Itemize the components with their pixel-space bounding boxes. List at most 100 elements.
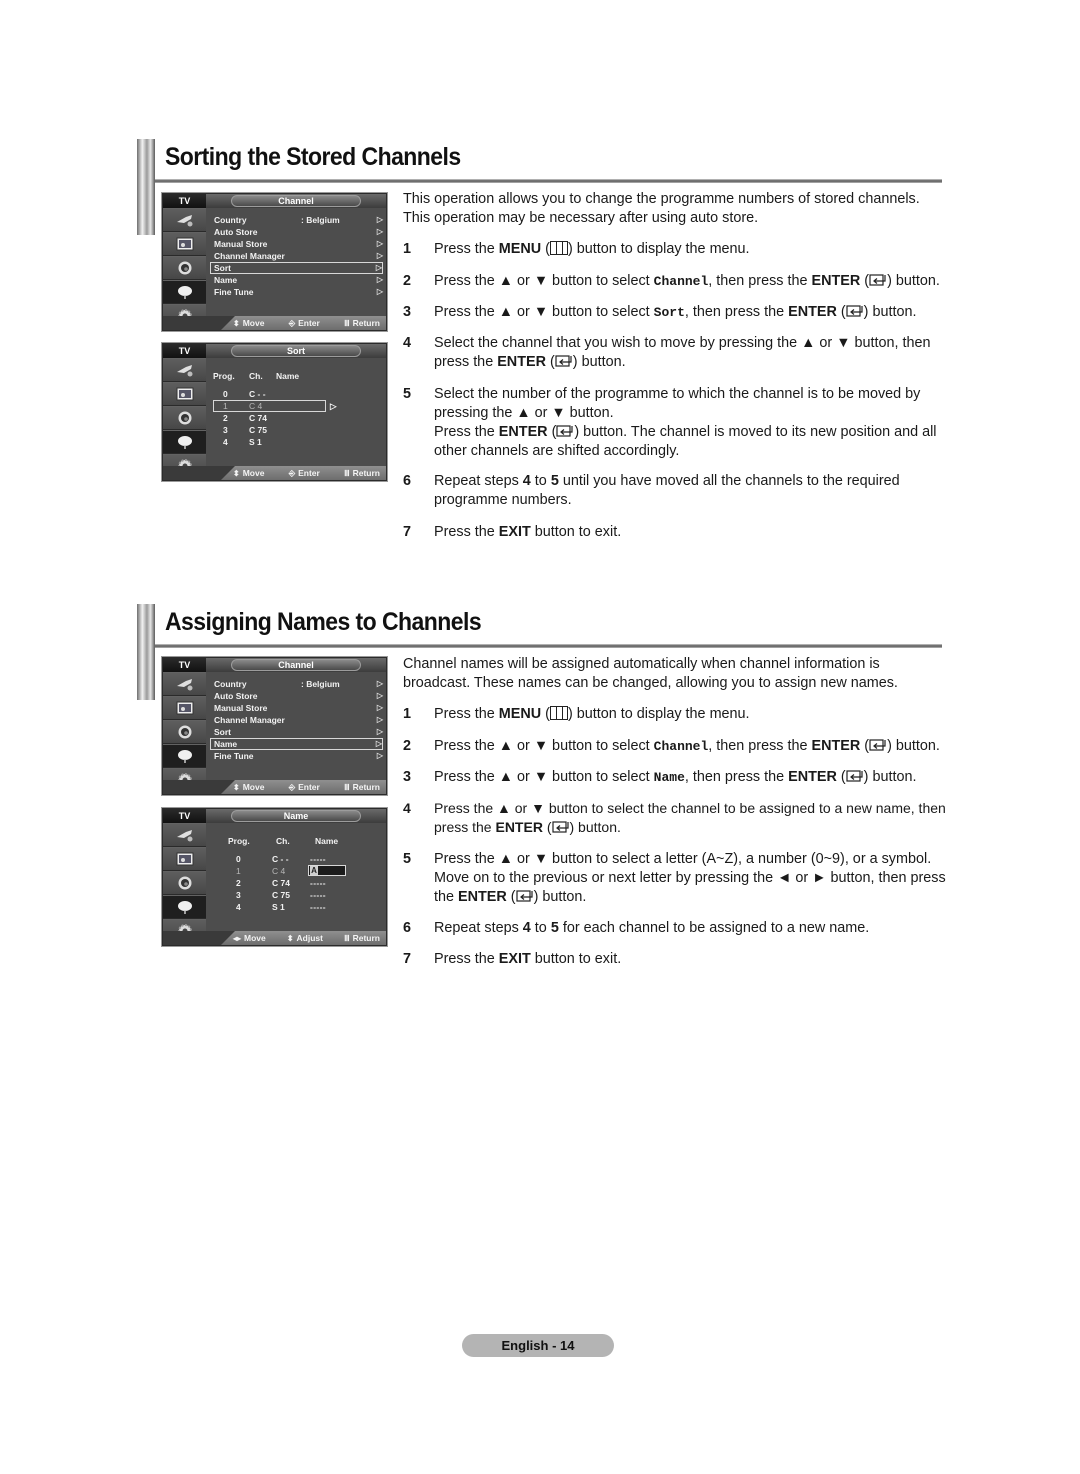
step-number: 4 <box>403 800 411 816</box>
sound-icon[interactable] <box>163 720 206 744</box>
input-plug-icon[interactable] <box>163 208 206 232</box>
menu-item[interactable]: Fine Tune ▷ <box>213 286 383 298</box>
step-text: Press the EXIT button to exit. <box>434 951 622 967</box>
channel-dish-icon[interactable] <box>163 895 206 919</box>
tv-label: TV <box>163 809 206 823</box>
osd-title: Channel <box>231 659 361 671</box>
menu-item[interactable]: Country: Belgium ▷ <box>213 214 383 226</box>
heading-side-bar <box>137 604 155 700</box>
keyword: ENTER <box>497 354 546 370</box>
chevron-right-icon: ▷ <box>376 227 383 236</box>
footer-return: Ⅲ Return <box>344 782 380 792</box>
menu-item[interactable]: Channel Manager ▷ <box>213 714 383 726</box>
footer-move: ⬍ Move <box>233 782 265 792</box>
cell-prog: 1 <box>236 866 241 876</box>
step-text: Press the ▲ or ▼ button to select Sort, … <box>434 304 917 320</box>
menu-keyword: Name <box>653 770 685 785</box>
menu-item[interactable]: Sort ▷ <box>210 262 383 274</box>
step-number: 2 <box>403 738 412 754</box>
chevron-right-icon: ▷ <box>375 739 382 748</box>
sound-icon[interactable] <box>163 256 206 280</box>
menu-item-label: Auto Store <box>214 691 258 701</box>
menu-item-label: Channel Manager <box>214 715 285 725</box>
menu-item[interactable]: Channel Manager ▷ <box>213 250 383 262</box>
menu-item[interactable]: Sort ▷ <box>213 726 383 738</box>
menu-item-label: Country <box>214 679 247 689</box>
input-plug-icon[interactable] <box>163 823 206 847</box>
input-plug-icon[interactable] <box>163 358 206 382</box>
step-number: 1 <box>403 706 412 722</box>
menu-return-icon: Ⅲ <box>344 319 350 328</box>
keyword: ENTER <box>788 769 837 785</box>
keyword: ENTER <box>811 273 861 289</box>
left-right-arrows-icon: ◂▸ <box>233 934 242 943</box>
selected-row-highlight[interactable] <box>213 400 326 412</box>
menu-item[interactable]: Name ▷ <box>210 738 383 750</box>
section-heading-assigning-names: Assigning Names to Channels <box>137 604 942 700</box>
menu-item-label: Name <box>214 275 238 285</box>
intro-paragraph: This operation allows you to change the … <box>403 191 920 226</box>
picture-icon[interactable] <box>163 232 206 256</box>
sound-icon[interactable] <box>163 406 206 430</box>
chevron-right-icon: ▷ <box>376 751 383 760</box>
menu-item[interactable]: Country: Belgium ▷ <box>213 678 383 690</box>
menu-item[interactable]: Manual Store ▷ <box>213 238 383 250</box>
menu-item-label: Sort <box>214 263 231 273</box>
col-header-ch: Ch. <box>276 836 290 846</box>
col-header-ch: Ch. <box>249 371 263 381</box>
section-heading-sorting: Sorting the Stored Channels <box>137 139 942 235</box>
sound-icon[interactable] <box>163 871 206 895</box>
menu-item-label: Name <box>214 739 238 749</box>
keyword: ENTER <box>495 819 543 835</box>
step-text: Select the channel that you wish to move… <box>434 335 931 370</box>
keyword: ENTER <box>788 304 837 320</box>
keyword: EXIT <box>498 524 531 540</box>
menu-return-icon: Ⅲ <box>344 934 350 943</box>
osd-name-table: TV Name Prog. Ch. Name 0 C - - - - - - - 1 C… <box>161 807 388 947</box>
step-text: Repeat steps 4 to 5 until you have moved… <box>434 473 900 508</box>
cell-ch: S 1 <box>272 902 285 912</box>
step-number: 7 <box>403 951 412 967</box>
name-input-field[interactable]: A <box>308 865 346 876</box>
osd-channel-menu-name: TV Channel Country: Belgium ▷ Auto Store ▷ M… <box>161 656 388 796</box>
menu-item[interactable]: Name ▷ <box>213 274 383 286</box>
enter-icon <box>869 274 886 286</box>
col-header-prog: Prog. <box>228 836 250 846</box>
intro-paragraph: Channel names will be assigned automatic… <box>403 656 898 691</box>
channel-dish-icon[interactable] <box>163 744 206 768</box>
menu-item[interactable]: Auto Store ▷ <box>213 690 383 702</box>
channel-dish-icon[interactable] <box>163 430 206 454</box>
osd-title: Name <box>231 810 361 822</box>
cell-prog: 0 <box>223 389 228 399</box>
cell-prog: 4 <box>223 437 228 447</box>
step-number: 5 <box>403 851 412 867</box>
menu-item[interactable]: Fine Tune ▷ <box>213 750 383 762</box>
col-header-name: Name <box>315 836 339 846</box>
step-text: Repeat steps 4 to 5 for each channel to … <box>434 920 870 936</box>
chevron-right-icon: ▷ <box>330 401 337 411</box>
picture-icon[interactable] <box>163 847 206 871</box>
menu-keyword: Channel <box>653 739 709 754</box>
step-number: 1 <box>403 241 412 257</box>
enter-icon: ⎆ <box>288 468 296 478</box>
input-plug-icon[interactable] <box>163 672 206 696</box>
keyword: ENTER <box>498 424 548 440</box>
footer-return: Ⅲ Return <box>344 318 380 328</box>
up-down-arrows-icon: ⬍ <box>286 934 294 943</box>
picture-icon[interactable] <box>163 696 206 720</box>
chevron-right-icon: ▷ <box>376 703 383 712</box>
picture-icon[interactable] <box>163 382 206 406</box>
menu-item[interactable]: Manual Store ▷ <box>213 702 383 714</box>
keyword: MENU <box>498 241 542 257</box>
osd-channel-menu-sort: TV Channel Country: Belgium ▷ Auto Store ▷ M… <box>161 192 388 332</box>
cell-prog: 0 <box>236 854 241 864</box>
osd-title-bar: Name <box>206 809 386 823</box>
menu-item[interactable]: Auto Store ▷ <box>213 226 383 238</box>
menu-keyword: Channel <box>653 274 709 289</box>
osd-footer: ⬍ Move ⎆ Enter Ⅲ Return <box>163 466 386 480</box>
menu-item-label: Auto Store <box>214 227 258 237</box>
cell-ch: C 74 <box>272 878 290 888</box>
step-number: 6 <box>403 473 412 489</box>
chevron-right-icon: ▷ <box>376 215 383 224</box>
channel-dish-icon[interactable] <box>163 280 206 304</box>
